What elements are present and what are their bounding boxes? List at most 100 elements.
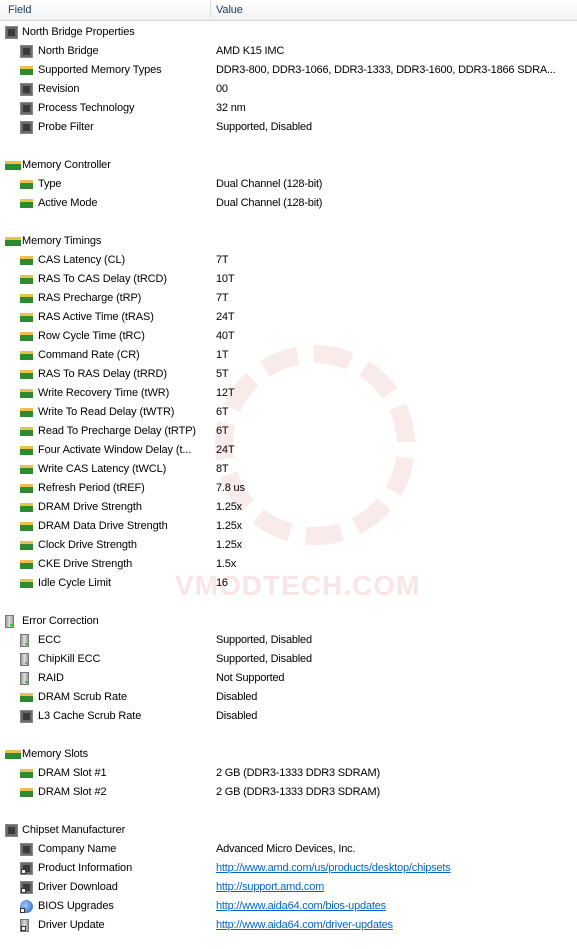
list-item[interactable]: RAS To RAS Delay (tRRD) 5T (0, 365, 577, 384)
list-item[interactable]: Four Activate Window Delay (t... 24T (0, 441, 577, 460)
list-item[interactable]: Active Mode Dual Channel (128-bit) (0, 194, 577, 213)
field-value: 40T (216, 330, 235, 342)
chip-icon (20, 710, 33, 723)
field-label: Driver Update (38, 919, 105, 931)
field-value: Advanced Micro Devices, Inc. (216, 843, 356, 855)
ram-icon (20, 560, 33, 569)
field-value: 1.25x (216, 520, 242, 532)
chip-icon (20, 121, 33, 134)
list-item[interactable]: RAS Active Time (tRAS) 24T (0, 308, 577, 327)
list-item[interactable]: Command Rate (CR) 1T (0, 346, 577, 365)
list-item[interactable]: Write CAS Latency (tWCL) 8T (0, 460, 577, 479)
chip-icon (20, 881, 33, 894)
list-item[interactable]: CAS Latency (CL) 7T (0, 251, 577, 270)
group-label: Memory Slots (22, 748, 89, 760)
value-link[interactable]: http://www.amd.com/us/products/desktop/c… (216, 859, 451, 878)
field-value: 12T (216, 387, 235, 399)
list-item[interactable]: Supported Memory Types DDR3-800, DDR3-106… (0, 61, 577, 80)
list-item[interactable]: Write Recovery Time (tWR) 12T (0, 384, 577, 403)
value-link[interactable]: http://support.amd.com (216, 878, 324, 897)
ram-icon (20, 788, 33, 797)
value-link[interactable]: http://www.aida64.com/driver-updates (216, 916, 393, 935)
list-item[interactable]: North Bridge AMD K15 IMC (0, 42, 577, 61)
list-item[interactable]: Driver Download http://support.amd.com (0, 878, 577, 897)
field-value: Supported, Disabled (216, 653, 312, 665)
ram-icon (20, 427, 33, 436)
list-item[interactable]: Row Cycle Time (tRC) 40T (0, 327, 577, 346)
chip-icon (20, 843, 33, 856)
ram-icon (20, 446, 33, 455)
list-item[interactable]: Revision 00 (0, 80, 577, 99)
field-label: DRAM Slot #1 (38, 767, 107, 779)
field-value: 6T (216, 425, 229, 437)
list-item[interactable]: Probe Filter Supported, Disabled (0, 118, 577, 137)
column-header-value[interactable]: Value (216, 4, 243, 16)
group-header[interactable]: Memory Slots (0, 745, 577, 764)
field-label: Read To Precharge Delay (tRTP) (38, 425, 196, 437)
list-item[interactable]: DRAM Drive Strength 1.25x (0, 498, 577, 517)
field-value: 7T (216, 254, 229, 266)
field-value: 24T (216, 311, 235, 323)
list-item[interactable]: DRAM Slot #1 2 GB (DDR3-1333 DDR3 SDRAM) (0, 764, 577, 783)
field-label: CKE Drive Strength (38, 558, 133, 570)
group-header[interactable]: Memory Controller (0, 156, 577, 175)
field-value: 7.8 us (216, 482, 245, 494)
list-item[interactable]: Driver Update http://www.aida64.com/drive… (0, 916, 577, 935)
list-item[interactable]: Read To Precharge Delay (tRTP) 6T (0, 422, 577, 441)
field-label: Process Technology (38, 102, 135, 114)
list-item[interactable]: Type Dual Channel (128-bit) (0, 175, 577, 194)
field-label: RAID (38, 672, 64, 684)
field-label: Refresh Period (tREF) (38, 482, 145, 494)
list-item[interactable]: Process Technology 32 nm (0, 99, 577, 118)
spacer-row (0, 137, 577, 156)
list-item[interactable]: Refresh Period (tREF) 7.8 us (0, 479, 577, 498)
list-item[interactable]: Clock Drive Strength 1.25x (0, 536, 577, 555)
list-item[interactable]: L3 Cache Scrub Rate Disabled (0, 707, 577, 726)
field-label: BIOS Upgrades (38, 900, 114, 912)
group-header[interactable]: Memory Timings (0, 232, 577, 251)
list-item[interactable]: RAS Precharge (tRP) 7T (0, 289, 577, 308)
list-item[interactable]: RAS To CAS Delay (tRCD) 10T (0, 270, 577, 289)
ram-icon (20, 484, 33, 493)
ram-icon (20, 693, 33, 702)
list-item[interactable]: DRAM Scrub Rate Disabled (0, 688, 577, 707)
server-icon (20, 634, 29, 647)
chip-icon (20, 83, 33, 96)
list-item[interactable]: BIOS Upgrades http://www.aida64.com/bios-… (0, 897, 577, 916)
server-icon (20, 672, 29, 685)
value-link[interactable]: http://www.aida64.com/bios-updates (216, 897, 386, 916)
group-header[interactable]: Error Correction (0, 612, 577, 631)
spacer-row (0, 213, 577, 232)
ram-icon (20, 370, 33, 379)
column-divider[interactable] (210, 0, 211, 21)
field-value: Supported, Disabled (216, 634, 312, 646)
ram-icon (20, 769, 33, 778)
field-value: Dual Channel (128-bit) (216, 178, 323, 190)
list-item[interactable]: RAID Not Supported (0, 669, 577, 688)
list-item[interactable]: Company Name Advanced Micro Devices, Inc. (0, 840, 577, 859)
list-item[interactable]: Product Information http://www.amd.com/us… (0, 859, 577, 878)
field-value: 24T (216, 444, 235, 456)
field-value: 1T (216, 349, 229, 361)
group-header[interactable]: Chipset Manufacturer (0, 821, 577, 840)
field-value: Not Supported (216, 672, 285, 684)
list-item[interactable]: ECC Supported, Disabled (0, 631, 577, 650)
list-item[interactable]: CKE Drive Strength 1.5x (0, 555, 577, 574)
list-item[interactable]: Idle Cycle Limit 16 (0, 574, 577, 593)
field-value: Disabled (216, 691, 258, 703)
field-label: RAS Active Time (tRAS) (38, 311, 154, 323)
column-header-field[interactable]: Field (8, 4, 31, 16)
field-value: 2 GB (DDR3-1333 DDR3 SDRAM) (216, 767, 380, 779)
list-item[interactable]: DRAM Data Drive Strength 1.25x (0, 517, 577, 536)
field-value: 7T (216, 292, 229, 304)
field-label: CAS Latency (CL) (38, 254, 126, 266)
group-header[interactable]: North Bridge Properties (0, 23, 577, 42)
field-label: Revision (38, 83, 80, 95)
list-item[interactable]: Write To Read Delay (tWTR) 6T (0, 403, 577, 422)
ram-icon (20, 579, 33, 588)
list-item[interactable]: ChipKill ECC Supported, Disabled (0, 650, 577, 669)
field-value: 1.25x (216, 501, 242, 513)
list-item[interactable]: DRAM Slot #2 2 GB (DDR3-1333 DDR3 SDRAM) (0, 783, 577, 802)
ram-icon (20, 522, 33, 531)
field-value: 16 (216, 577, 228, 589)
